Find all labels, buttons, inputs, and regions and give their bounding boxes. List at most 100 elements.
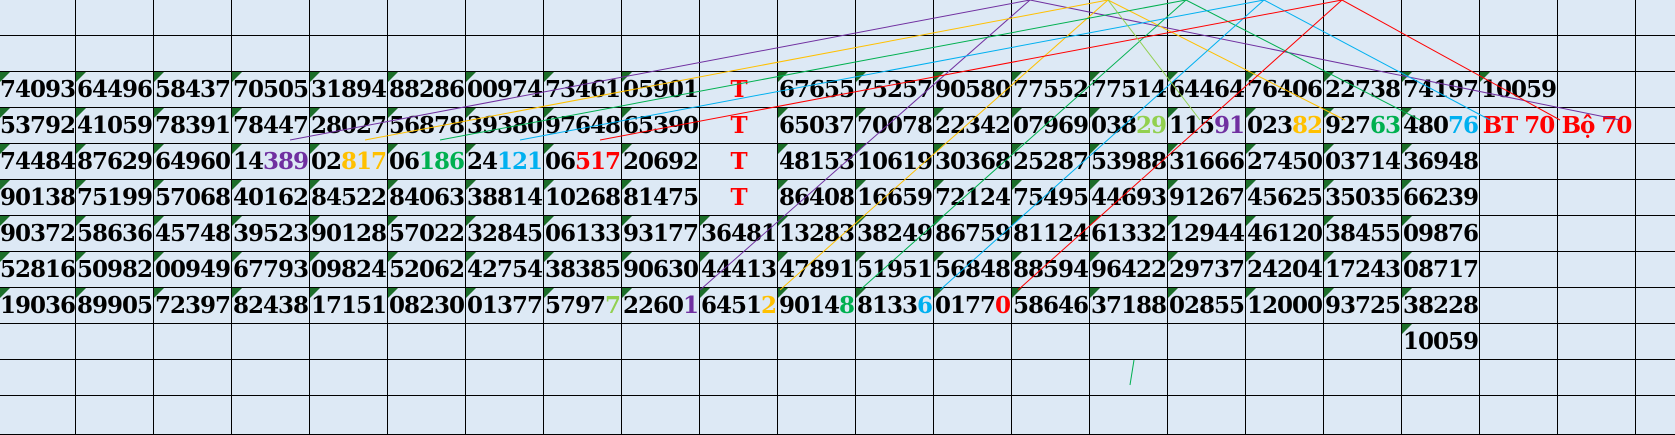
table-cell[interactable] bbox=[1168, 36, 1246, 72]
table-cell[interactable]: 86759 bbox=[934, 216, 1012, 252]
table-cell[interactable]: 56878 bbox=[388, 108, 466, 144]
table-cell[interactable]: T bbox=[700, 180, 778, 216]
table-cell[interactable]: 038 29 bbox=[1090, 108, 1168, 144]
table-cell[interactable] bbox=[154, 0, 232, 36]
table-cell[interactable]: 38249 bbox=[856, 216, 934, 252]
table-cell[interactable] bbox=[1168, 360, 1246, 396]
table-cell[interactable]: 06 186 bbox=[388, 144, 466, 180]
table-cell[interactable] bbox=[388, 396, 466, 435]
table-cell[interactable] bbox=[544, 36, 622, 72]
table-cell[interactable]: 81475 bbox=[622, 180, 700, 216]
table-cell[interactable]: 39523 bbox=[232, 216, 310, 252]
table-cell[interactable]: 90372 bbox=[0, 216, 76, 252]
table-cell[interactable]: 38228 bbox=[1402, 288, 1480, 324]
table-cell[interactable]: 56848 bbox=[934, 252, 1012, 288]
table-cell[interactable] bbox=[1246, 360, 1324, 396]
table-cell[interactable]: 35035 bbox=[1324, 180, 1402, 216]
table-cell[interactable] bbox=[856, 36, 934, 72]
table-cell[interactable]: 09824 bbox=[310, 252, 388, 288]
table-cell[interactable]: 52062 bbox=[388, 252, 466, 288]
table-cell[interactable] bbox=[1480, 288, 1558, 324]
table-cell[interactable]: 29737 bbox=[1168, 252, 1246, 288]
table-cell[interactable] bbox=[700, 324, 778, 360]
table-cell[interactable]: 53988 bbox=[1090, 144, 1168, 180]
table-cell[interactable] bbox=[1012, 0, 1090, 36]
table-cell[interactable]: 46120 bbox=[1246, 216, 1324, 252]
table-cell[interactable] bbox=[1012, 396, 1090, 435]
table-cell[interactable]: 01377 bbox=[466, 288, 544, 324]
table-cell[interactable]: 14 389 bbox=[232, 144, 310, 180]
table-cell[interactable] bbox=[0, 36, 76, 72]
table-cell[interactable]: 22342 bbox=[934, 108, 1012, 144]
table-cell[interactable]: 50982 bbox=[76, 252, 154, 288]
table-cell[interactable] bbox=[1636, 72, 1675, 108]
table-cell[interactable] bbox=[1480, 0, 1558, 36]
table-cell[interactable] bbox=[622, 36, 700, 72]
table-cell[interactable] bbox=[1636, 396, 1675, 435]
table-cell[interactable] bbox=[1090, 0, 1168, 36]
table-cell[interactable]: 37188 bbox=[1090, 288, 1168, 324]
table-cell[interactable] bbox=[232, 396, 310, 435]
table-cell[interactable] bbox=[0, 324, 76, 360]
table-cell[interactable] bbox=[154, 324, 232, 360]
table-cell[interactable]: 90128 bbox=[310, 216, 388, 252]
table-cell[interactable] bbox=[544, 324, 622, 360]
table-cell[interactable] bbox=[466, 396, 544, 435]
table-cell[interactable]: 00949 bbox=[154, 252, 232, 288]
table-cell[interactable] bbox=[1558, 180, 1636, 216]
table-cell[interactable]: 72124 bbox=[934, 180, 1012, 216]
table-cell[interactable]: 81124 bbox=[1012, 216, 1090, 252]
table-cell[interactable] bbox=[1558, 360, 1636, 396]
table-cell[interactable] bbox=[1090, 360, 1168, 396]
table-cell[interactable]: 10268 bbox=[544, 180, 622, 216]
table-cell[interactable] bbox=[1558, 396, 1636, 435]
table-cell[interactable]: 00974 bbox=[466, 72, 544, 108]
table-cell[interactable] bbox=[76, 36, 154, 72]
table-cell[interactable]: 08717 bbox=[1402, 252, 1480, 288]
table-cell[interactable] bbox=[778, 324, 856, 360]
table-cell[interactable] bbox=[1324, 360, 1402, 396]
table-cell[interactable]: 10619 bbox=[856, 144, 934, 180]
table-cell[interactable]: 58437 bbox=[154, 72, 232, 108]
table-cell[interactable]: 02855 bbox=[1168, 288, 1246, 324]
table-cell[interactable] bbox=[388, 36, 466, 72]
table-cell[interactable]: 5797 7 bbox=[544, 288, 622, 324]
table-cell[interactable]: 88594 bbox=[1012, 252, 1090, 288]
table-cell[interactable]: 39380 bbox=[466, 108, 544, 144]
table-cell[interactable]: BT 70 bbox=[1480, 108, 1558, 144]
table-cell[interactable]: 12944 bbox=[1168, 216, 1246, 252]
table-cell[interactable]: 36948 bbox=[1402, 144, 1480, 180]
table-cell[interactable] bbox=[778, 360, 856, 396]
table-cell[interactable]: 65037 bbox=[778, 108, 856, 144]
table-cell[interactable] bbox=[856, 0, 934, 36]
table-cell[interactable]: 90630 bbox=[622, 252, 700, 288]
table-cell[interactable] bbox=[388, 324, 466, 360]
table-cell[interactable] bbox=[1558, 72, 1636, 108]
table-cell[interactable] bbox=[76, 324, 154, 360]
table-cell[interactable] bbox=[1558, 252, 1636, 288]
table-cell[interactable] bbox=[466, 36, 544, 72]
table-cell[interactable]: 72397 bbox=[154, 288, 232, 324]
table-cell[interactable]: 20692 bbox=[622, 144, 700, 180]
table-cell[interactable]: 57068 bbox=[154, 180, 232, 216]
table-cell[interactable] bbox=[622, 0, 700, 36]
table-cell[interactable]: 78391 bbox=[154, 108, 232, 144]
table-cell[interactable]: 36481 bbox=[700, 216, 778, 252]
table-cell[interactable] bbox=[778, 0, 856, 36]
table-cell[interactable]: 19036 bbox=[0, 288, 76, 324]
table-cell[interactable]: 07969 bbox=[1012, 108, 1090, 144]
table-cell[interactable]: 48153 bbox=[778, 144, 856, 180]
table-cell[interactable]: 24 121 bbox=[466, 144, 544, 180]
table-cell[interactable] bbox=[1636, 324, 1675, 360]
table-cell[interactable] bbox=[622, 360, 700, 396]
table-cell[interactable]: 51951 bbox=[856, 252, 934, 288]
table-cell[interactable]: 53792 bbox=[0, 108, 76, 144]
table-cell[interactable] bbox=[1012, 36, 1090, 72]
table-cell[interactable]: 25287 bbox=[1012, 144, 1090, 180]
table-cell[interactable]: 67655 bbox=[778, 72, 856, 108]
table-cell[interactable] bbox=[1090, 396, 1168, 435]
table-cell[interactable] bbox=[1168, 0, 1246, 36]
table-cell[interactable] bbox=[76, 360, 154, 396]
table-cell[interactable] bbox=[1324, 396, 1402, 435]
table-cell[interactable] bbox=[1636, 0, 1675, 36]
